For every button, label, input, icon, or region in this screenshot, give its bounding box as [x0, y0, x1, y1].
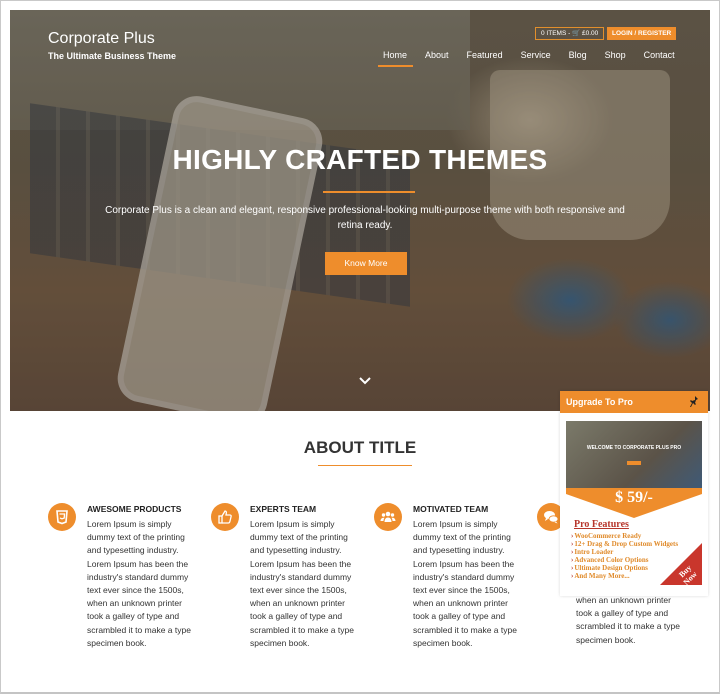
hero-divider	[323, 191, 415, 193]
hero-description: Corporate Plus is a clean and elegant, r…	[105, 205, 625, 231]
feature-title: EXPERTS TEAM	[250, 504, 317, 514]
css3-icon	[48, 503, 76, 531]
site-tagline: The Ultimate Business Theme	[48, 51, 177, 61]
cart-button[interactable]: 0 ITEMS - 🛒 £0.00	[535, 27, 605, 40]
feature-body: Lorem Ipsum is simply dummy text of the …	[413, 519, 517, 648]
feature-body: Lorem Ipsum is simply dummy text of the …	[87, 519, 191, 648]
nav-item-service[interactable]: Service	[512, 49, 560, 61]
feature-title: AWESOME PRODUCTS	[87, 504, 182, 514]
about-divider	[318, 465, 412, 466]
nav-item-about[interactable]: About	[416, 49, 458, 61]
pro-theme-screenshot[interactable]: WELCOME TO CORPORATE PLUS PRO	[566, 421, 702, 491]
nav-item-shop[interactable]: Shop	[596, 49, 635, 61]
feature-title: MOTIVATED TEAM	[413, 504, 489, 514]
hero-title: HIGHLY CRAFTED THEMES	[172, 144, 548, 175]
feature-body-partial: when an unknown printer took a galley of…	[576, 595, 680, 645]
users-icon	[374, 503, 402, 531]
nav-item-blog[interactable]: Blog	[560, 49, 596, 61]
pin-icon[interactable]	[690, 396, 698, 408]
screenshot-button	[627, 461, 641, 465]
feature-body: Lorem Ipsum is simply dummy text of the …	[250, 519, 354, 648]
upgrade-pro-widget[interactable]: Upgrade To Pro WELCOME TO CORPORATE PLUS…	[560, 391, 708, 596]
hero-banner: Corporate Plus The Ultimate Business The…	[10, 10, 710, 411]
buy-now-button[interactable]: Buy Now	[660, 543, 702, 585]
pro-features-title: Pro Features	[574, 519, 629, 530]
chevron-down-icon[interactable]	[358, 376, 372, 386]
screenshot-title: WELCOME TO CORPORATE PLUS PRO	[586, 445, 682, 451]
nav-item-contact[interactable]: Contact	[635, 49, 684, 61]
nav-item-featured[interactable]: Featured	[458, 49, 512, 61]
nav-item-home[interactable]: Home	[374, 49, 416, 67]
promo-header-label: Upgrade To Pro	[566, 397, 633, 407]
pro-feature-item: ›WooCommerce Ready	[571, 532, 642, 540]
promo-header[interactable]: Upgrade To Pro	[560, 391, 708, 413]
price-ribbon: $ 59/-	[566, 488, 702, 518]
site-title[interactable]: Corporate Plus	[48, 30, 155, 48]
main-nav: Home About Featured Service Blog Shop Co…	[374, 49, 684, 67]
thumbs-up-icon	[211, 503, 239, 531]
price-label: $ 59/-	[615, 489, 653, 506]
login-register-button[interactable]: LOGIN / REGISTER	[607, 27, 677, 40]
know-more-button[interactable]: Know More	[325, 252, 407, 275]
